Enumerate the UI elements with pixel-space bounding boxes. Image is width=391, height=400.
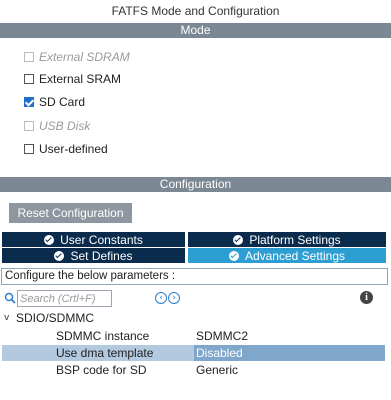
info-icon[interactable]: i [360, 291, 373, 304]
search-input[interactable] [17, 290, 112, 307]
param-value: SDMMC2 [196, 329, 249, 343]
tab-advanced-settings[interactable]: Advanced Settings [188, 248, 386, 263]
param-value-dropdown[interactable]: Disabled [194, 345, 385, 361]
param-row-sdmmc-instance[interactable]: SDMMC instance SDMMC2 [2, 328, 385, 344]
mode-item-label: USB Disk [39, 119, 91, 133]
param-value: Generic [196, 363, 239, 377]
mode-item-label: SD Card [39, 95, 86, 109]
check-circle-icon [54, 250, 65, 261]
tab-label: Platform Settings [249, 232, 341, 247]
search-previous-button[interactable]: ‹ [155, 292, 167, 304]
param-name: SDMMC instance [56, 329, 150, 343]
param-name: Use dma template [56, 346, 154, 360]
window-title: FATFS Mode and Configuration [111, 4, 280, 18]
chevron-right-icon: › [172, 292, 176, 303]
tab-user-constants[interactable]: User Constants [2, 232, 185, 247]
mode-item-external-sram[interactable]: External SRAM [24, 71, 121, 87]
param-row-use-dma-template[interactable]: Use dma template Disabled [2, 345, 385, 361]
search-next-button[interactable]: › [168, 292, 180, 304]
param-row-bsp-code-for-sd[interactable]: BSP code for SD Generic [2, 362, 385, 378]
mode-item-label: User-defined [39, 142, 108, 156]
checkbox[interactable] [24, 74, 34, 84]
tab-label: User Constants [60, 232, 143, 247]
mode-item-label: External SRAM [39, 72, 122, 86]
tree-group-sdio-sdmmc[interactable]: v SDIO/SDMMC [4, 310, 94, 326]
reset-configuration-button[interactable]: Reset Configuration [9, 203, 132, 223]
param-name: BSP code for SD [56, 363, 147, 377]
checkbox [24, 52, 34, 62]
checkbox [24, 121, 34, 131]
mode-item-label: External SDRAM [39, 50, 130, 64]
tab-label: Advanced Settings [244, 248, 346, 263]
chevron-left-icon: ‹ [159, 292, 163, 303]
tab-set-defines[interactable]: Set Defines [2, 248, 185, 263]
mode-item-user-defined[interactable]: User-defined [24, 141, 108, 157]
tab-platform-settings[interactable]: Platform Settings [188, 232, 386, 247]
mode-item-usb-disk: USB Disk [24, 118, 90, 134]
checkbox[interactable] [24, 97, 34, 107]
configuration-section-header: Configuration [0, 177, 391, 192]
tree-group-label: SDIO/SDMMC [16, 311, 94, 325]
check-circle-icon [233, 234, 244, 245]
checkbox[interactable] [24, 144, 34, 154]
check-circle-icon [44, 234, 55, 245]
chevron-down-icon[interactable]: v [4, 313, 16, 323]
check-circle-icon [228, 250, 239, 261]
mode-item-sd-card[interactable]: SD Card [24, 94, 85, 110]
parameters-instruction: Configure the below parameters : [1, 268, 388, 285]
search-icon [4, 292, 16, 304]
tab-label: Set Defines [70, 248, 133, 263]
mode-section-header: Mode [0, 23, 391, 38]
mode-item-external-sdram: External SDRAM [24, 49, 130, 65]
